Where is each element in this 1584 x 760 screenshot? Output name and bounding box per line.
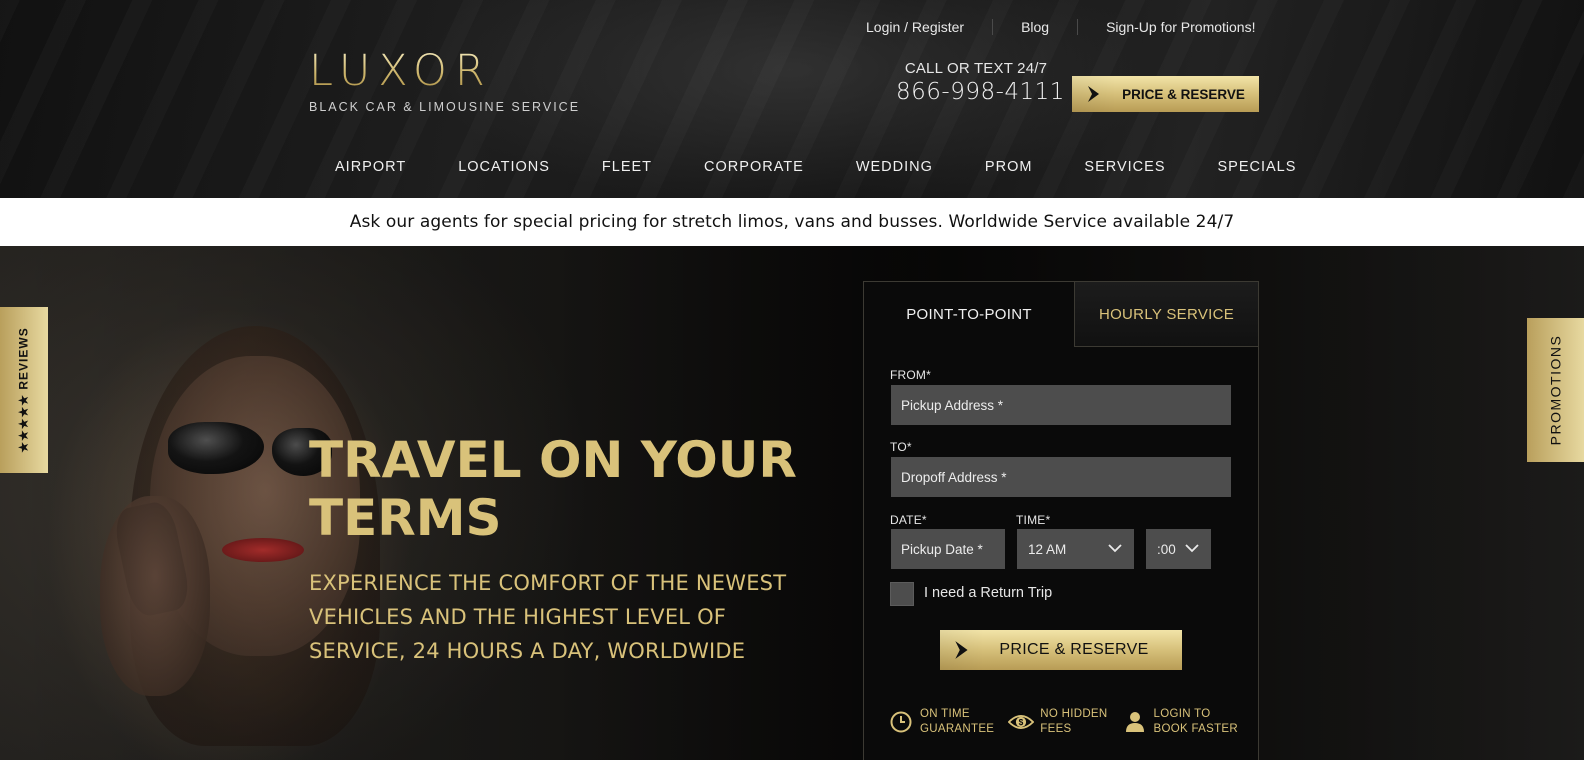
pickup-date-input[interactable]: [891, 529, 1005, 569]
logo-wordmark: LUXOR: [309, 48, 579, 94]
booking-features: ON TIME GUARANTEE $ NO HIDDEN FEES LOGIN T…: [888, 707, 1238, 737]
booking-tabs: POINT-TO-POINT HOURLY SERVICE: [864, 282, 1258, 347]
notice-text: Ask our agents for special pricing for s…: [349, 212, 1235, 232]
feature-no-hidden-fees: $ NO HIDDEN FEES: [1008, 707, 1107, 737]
nav-item-locations[interactable]: LOCATIONS: [432, 159, 576, 175]
feature-line: GUARANTEE: [920, 723, 995, 735]
call-label: CALL OR TEXT 24/7: [904, 60, 1048, 77]
nav-item-corporate[interactable]: CORPORATE: [678, 159, 830, 175]
pickup-address-input[interactable]: [891, 385, 1231, 425]
blog-link[interactable]: Blog: [1021, 19, 1049, 35]
nav-item-wedding[interactable]: WEDDING: [830, 159, 959, 175]
user-login-icon: [1122, 709, 1148, 735]
hero-section: TRAVEL ON YOUR TERMS EXPERIENCE THE COMF…: [0, 246, 1584, 760]
nav-item-specials[interactable]: SPECIALS: [1192, 159, 1323, 175]
panel-price-reserve-button[interactable]: PRICE & RESERVE: [940, 630, 1182, 670]
booking-panel: POINT-TO-POINT HOURLY SERVICE FROM* TO* …: [863, 281, 1259, 760]
feature-login-faster[interactable]: LOGIN TO BOOK FASTER: [1122, 707, 1238, 737]
feature-line: ON TIME: [920, 708, 970, 720]
time-label: TIME*: [1016, 513, 1051, 527]
login-register-link[interactable]: Login / Register: [866, 19, 964, 35]
feature-line: FEES: [1040, 723, 1072, 735]
chevron-right-icon: [940, 630, 984, 670]
date-label: DATE*: [890, 513, 927, 527]
nav-item-services[interactable]: SERVICES: [1058, 159, 1191, 175]
money-icon: $: [1008, 709, 1035, 735]
dropoff-address-input[interactable]: [891, 457, 1231, 497]
phone-number[interactable]: 866-998-4111: [896, 79, 1064, 105]
feature-line: LOGIN TO: [1153, 708, 1211, 720]
to-label: TO*: [890, 440, 912, 454]
chevron-right-icon: [1072, 76, 1116, 112]
top-links: Login / Register Blog Sign-Up for Promot…: [866, 17, 1256, 37]
main-nav: AIRPORT LOCATIONS FLEET CORPORATE WEDDIN…: [309, 158, 1295, 176]
feature-line: BOOK FASTER: [1153, 723, 1238, 735]
site-header: LUXOR BLACK CAR & LIMOUSINE SERVICE Logi…: [0, 0, 1584, 198]
hero-subtitle: EXPERIENCE THE COMFORT OF THE NEWEST VEH…: [309, 571, 787, 663]
reviews-tab-label: ★★★★★ REVIEWS: [17, 327, 31, 453]
chevron-down-icon: [1108, 544, 1122, 553]
panel-price-reserve-label: PRICE & RESERVE: [999, 641, 1149, 658]
minute-select[interactable]: :00: [1146, 529, 1211, 569]
reviews-side-tab[interactable]: ★★★★★ REVIEWS: [0, 307, 48, 473]
contact-block: CALL OR TEXT 24/7 866-998-4111: [896, 60, 1064, 105]
svg-text:$: $: [1019, 717, 1024, 727]
divider: [1077, 19, 1079, 35]
nav-item-airport[interactable]: AIRPORT: [309, 159, 432, 175]
promotions-side-tab[interactable]: PROMOTIONS: [1527, 318, 1584, 462]
feature-on-time: ON TIME GUARANTEE: [888, 707, 994, 737]
minute-select-value: :00: [1157, 541, 1176, 557]
logo-tagline: BLACK CAR & LIMOUSINE SERVICE: [309, 100, 581, 114]
nav-item-prom[interactable]: PROM: [959, 159, 1059, 175]
return-trip-label[interactable]: I need a Return Trip: [924, 585, 1052, 601]
feature-line: NO HIDDEN: [1040, 708, 1108, 720]
tab-point-to-point[interactable]: POINT-TO-POINT: [864, 282, 1075, 347]
return-trip-checkbox[interactable]: [890, 582, 914, 606]
hour-select[interactable]: 12 AM: [1017, 529, 1134, 569]
notice-bar: Ask our agents for special pricing for s…: [0, 198, 1584, 246]
promotions-signup-link[interactable]: Sign-Up for Promotions!: [1106, 19, 1255, 35]
divider: [992, 19, 994, 35]
nav-item-fleet[interactable]: FLEET: [576, 159, 678, 175]
tab-hourly-service[interactable]: HOURLY SERVICE: [1075, 282, 1258, 347]
chevron-down-icon: [1185, 544, 1199, 553]
header-price-reserve-label: PRICE & RESERVE: [1122, 86, 1245, 102]
luxor-logo[interactable]: LUXOR BLACK CAR & LIMOUSINE SERVICE: [309, 48, 579, 118]
promotions-tab-label: PROMOTIONS: [1547, 334, 1564, 446]
hero-title: TRAVEL ON YOUR TERMS: [309, 431, 797, 547]
from-label: FROM*: [890, 368, 931, 382]
hour-select-value: 12 AM: [1028, 541, 1067, 557]
header-price-reserve-button[interactable]: PRICE & RESERVE: [1072, 76, 1259, 112]
clock-icon: [888, 709, 914, 735]
